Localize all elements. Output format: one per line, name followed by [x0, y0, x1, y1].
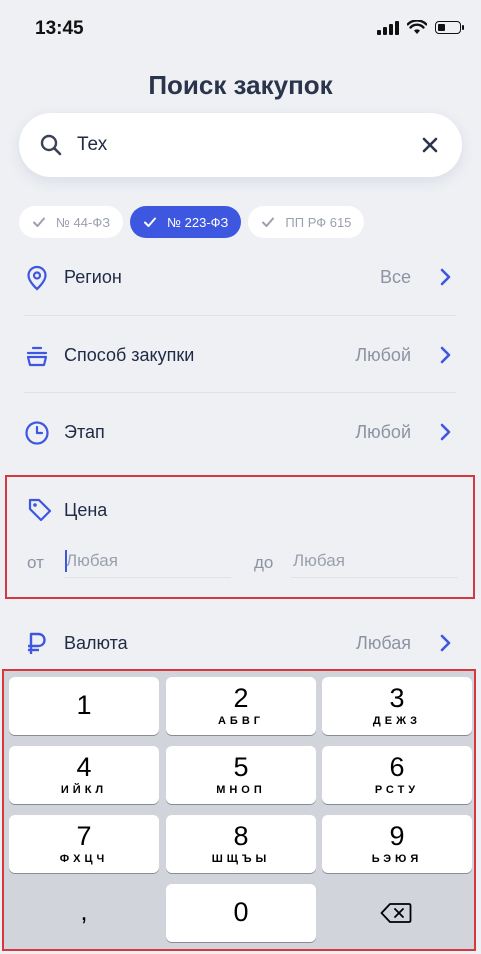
key-letters: РСТУ	[374, 784, 420, 796]
search-input[interactable]	[77, 131, 397, 159]
chip-label: № 44-ФЗ	[56, 214, 111, 230]
key-letters: ИЙКЛ	[60, 784, 108, 796]
bowl-stack-icon	[26, 346, 48, 367]
key-4[interactable]: 4 ИЙКЛ	[9, 746, 159, 804]
battery-icon	[435, 21, 464, 34]
filter-label: Валюта	[64, 633, 128, 653]
check-icon	[33, 217, 45, 227]
key-digit: 0	[233, 897, 249, 927]
page-title: Поиск закупок	[148, 70, 333, 100]
location-pin-icon	[27, 265, 47, 291]
key-digit: ,	[80, 896, 88, 926]
filter-label: Регион	[64, 267, 122, 287]
cellular-signal-icon	[377, 20, 399, 35]
key-digit: 8	[233, 821, 249, 851]
price-from-input[interactable]	[64, 545, 231, 578]
price-from-label: от	[27, 553, 44, 572]
key-digit: 5	[233, 752, 249, 782]
key-digit: 4	[76, 752, 92, 782]
numeric-keypad: 1 2 АБВГ 3 ДЕЖЗ 4 ИЙКЛ 5 МНОП 6 РСТУ 7 Ф…	[2, 669, 476, 951]
filter-row-currency[interactable]: Валюта Любая	[0, 614, 481, 672]
check-icon	[262, 217, 275, 227]
price-label: Цена	[64, 500, 108, 520]
filter-value: Все	[379, 267, 411, 287]
key-letters: ШЩЪЫ	[211, 853, 271, 865]
status-bar: 13:45	[0, 0, 481, 56]
key-comma[interactable]: ,	[9, 884, 159, 942]
check-icon	[144, 217, 157, 227]
key-6[interactable]: 6 РСТУ	[322, 746, 472, 804]
key-digit: 7	[76, 821, 92, 851]
key-1[interactable]: 1	[9, 677, 159, 735]
status-time: 13:45	[35, 18, 84, 39]
price-to-input[interactable]	[291, 545, 458, 578]
price-to-label: до	[254, 553, 274, 572]
filter-label: Этап	[64, 422, 105, 442]
filter-value: Любой	[355, 345, 411, 365]
key-3[interactable]: 3 ДЕЖЗ	[322, 677, 472, 735]
filter-row-region[interactable]: Регион Все	[0, 248, 481, 306]
clock-icon	[25, 421, 49, 445]
key-digit: 3	[389, 683, 405, 713]
filter-row-stage[interactable]: Этап Любой	[0, 403, 481, 461]
key-5[interactable]: 5 МНОП	[166, 746, 316, 804]
close-icon[interactable]	[420, 135, 440, 155]
divider	[24, 315, 456, 316]
price-filter: Цена от до	[5, 475, 475, 599]
key-letters: ЬЭЮЯ	[371, 853, 423, 865]
chip-label: № 223-ФЗ	[167, 214, 229, 230]
backspace-icon	[380, 903, 412, 923]
key-letters: МНОП	[216, 784, 266, 796]
filter-row-procurement-method[interactable]: Способ закупки Любой	[0, 326, 481, 384]
ruble-icon	[28, 632, 46, 654]
key-0[interactable]: 0	[166, 884, 316, 942]
wifi-icon	[407, 20, 427, 34]
key-8[interactable]: 8 ШЩЪЫ	[166, 815, 316, 873]
key-digit: 6	[389, 752, 405, 782]
law-filter-chips: № 44-ФЗ № 223-ФЗ ПП РФ 615	[19, 206, 365, 238]
filter-value: Любой	[355, 422, 411, 442]
key-digit: 9	[389, 821, 405, 851]
key-letters: ДЕЖЗ	[372, 715, 422, 727]
key-digit: 1	[76, 690, 92, 720]
chip-223-fz[interactable]: № 223-ФЗ	[130, 206, 242, 238]
chevron-right-icon	[440, 634, 451, 652]
key-7[interactable]: 7 ФХЦЧ	[9, 815, 159, 873]
chevron-right-icon	[440, 268, 451, 286]
text-cursor	[65, 550, 67, 572]
key-9[interactable]: 9 ЬЭЮЯ	[322, 815, 472, 873]
chevron-right-icon	[440, 346, 451, 364]
key-2[interactable]: 2 АБВГ	[166, 677, 316, 735]
key-letters: АБВГ	[217, 715, 265, 727]
price-tag-icon	[28, 498, 52, 522]
filter-label: Способ закупки	[64, 345, 195, 365]
chevron-right-icon	[440, 423, 451, 441]
key-letters: ФХЦЧ	[59, 853, 109, 865]
search-icon	[40, 134, 62, 156]
key-digit: 2	[233, 683, 249, 713]
divider	[24, 392, 456, 393]
chip-44-fz[interactable]: № 44-ФЗ	[19, 206, 124, 238]
chip-label: ПП РФ 615	[285, 214, 352, 230]
chip-pp-rf-615[interactable]: ПП РФ 615	[248, 206, 365, 238]
search-box[interactable]	[19, 113, 462, 177]
key-backspace[interactable]	[322, 884, 472, 942]
status-icons	[377, 20, 464, 35]
filter-value: Любая	[356, 633, 411, 653]
